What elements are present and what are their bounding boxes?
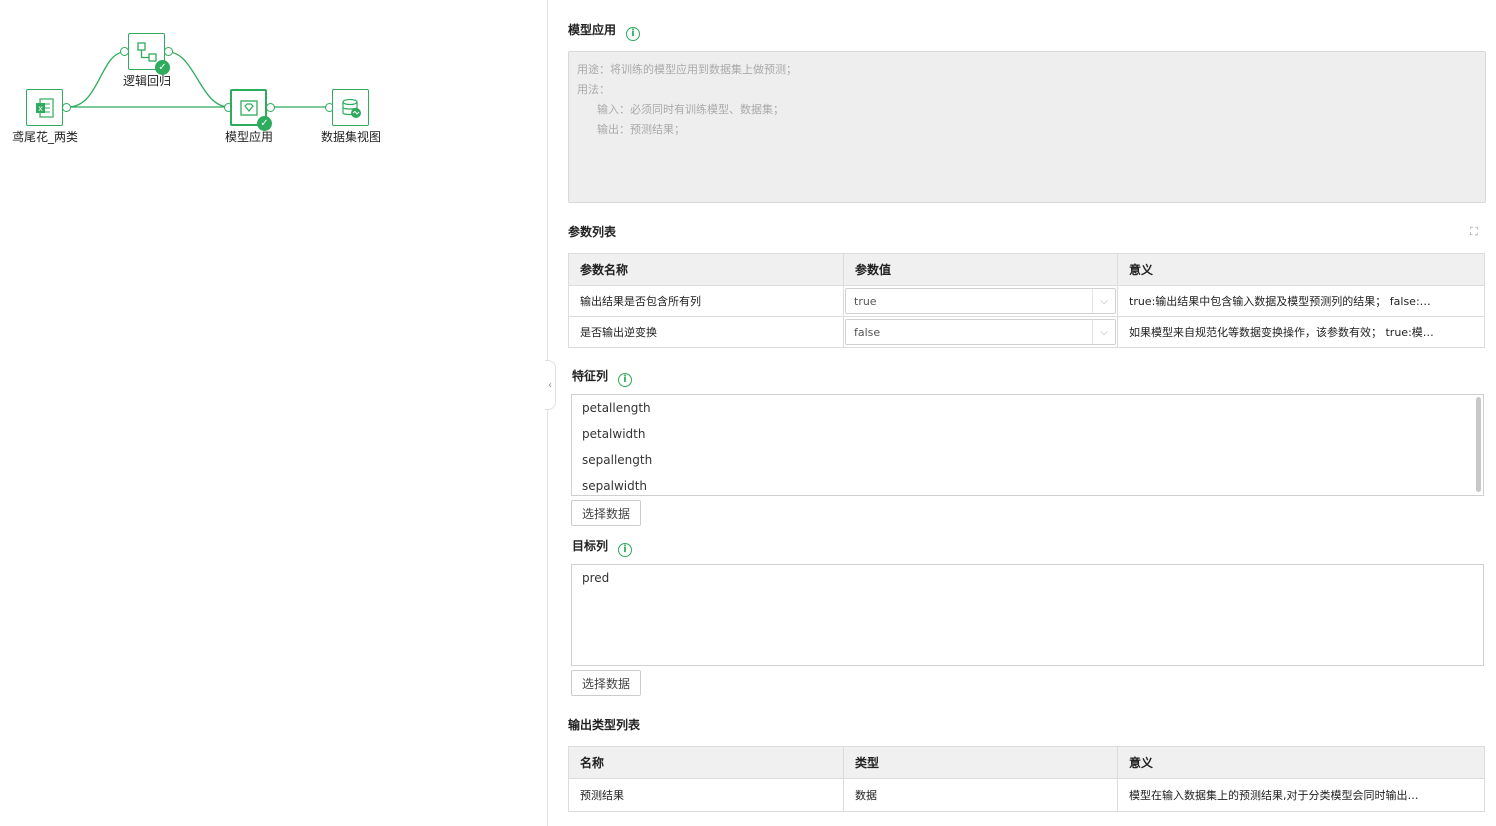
edge-iris-lr [67, 51, 126, 108]
info-icon[interactable]: i [618, 543, 633, 557]
node-label: 鸢尾花_两类 [12, 130, 79, 144]
node-label: 模型应用 [225, 130, 274, 144]
database-view-icon [332, 89, 369, 126]
select-value: true [854, 294, 877, 308]
collapse-panel-button[interactable]: ‹ [545, 360, 556, 410]
info-icon[interactable]: i [618, 373, 633, 387]
param-value-select[interactable]: false ⌵ [845, 319, 1116, 345]
output-type: 数据 [843, 778, 1118, 812]
list-item[interactable]: sepalwidth [572, 473, 1483, 495]
param-value-cell: true ⌵ [843, 285, 1118, 317]
select-target-button[interactable]: 选择数据 [571, 670, 641, 696]
description-output: 输出：预测结果； [597, 123, 685, 136]
info-icon[interactable]: i [626, 27, 641, 41]
list-item[interactable]: pred [572, 565, 1483, 591]
column-header: 类型 [843, 746, 1118, 779]
target-title: 目标列 i [572, 537, 633, 557]
features-title: 特征列 i [572, 367, 633, 387]
output-port[interactable] [266, 103, 275, 112]
target-list[interactable]: pred [571, 564, 1484, 666]
node-label: 数据集视图 [321, 130, 382, 144]
param-name: 输出结果是否包含所有列 [568, 285, 844, 317]
output-name: 预测结果 [568, 778, 844, 812]
svg-text:x: x [38, 104, 43, 113]
list-item[interactable]: petallength [572, 395, 1483, 421]
output-port[interactable] [62, 103, 71, 112]
table-row: 是否输出逆变换 false ⌵ 如果模型来自规范化等数据变换操作，该参数有效； … [568, 316, 1485, 348]
workflow-canvas[interactable]: x 鸢尾花_两类 ✓ 逻辑回归 ✓ 模型应用 数据集视图 [0, 0, 548, 826]
params-table: 参数名称 参数值 意义 输出结果是否包含所有列 true ⌵ true:输出结果… [568, 253, 1485, 348]
features-title-text: 特征列 [572, 369, 609, 383]
param-meaning: 如果模型来自规范化等数据变换操作，该参数有效； true:模… [1117, 316, 1485, 348]
features-list[interactable]: petallength petalwidth sepallength sepal… [571, 394, 1484, 496]
param-name: 是否输出逆变换 [568, 316, 844, 348]
chevron-left-icon: ‹ [548, 379, 552, 391]
description-box: 用途：将训练的模型应用到数据集上做预测； 用法： 输入：必须同时有训练模型、数据… [568, 51, 1486, 203]
table-header-row: 名称 类型 意义 [568, 746, 1485, 779]
edge-lr-apply [167, 51, 230, 108]
output-port[interactable] [164, 47, 173, 56]
panel-divider [547, 0, 548, 826]
table-row: 输出结果是否包含所有列 true ⌵ true:输出结果中包含输入数据及模型预测… [568, 285, 1485, 317]
excel-file-icon: x [26, 89, 63, 126]
description-input: 输入：必须同时有训练模型、数据集； [597, 103, 784, 116]
column-header: 名称 [568, 746, 844, 779]
output-types-table: 名称 类型 意义 预测结果 数据 模型在输入数据集上的预测结果,对于分类模型会同… [568, 746, 1485, 812]
param-value-select[interactable]: true ⌵ [845, 288, 1116, 314]
scrollbar[interactable] [1476, 397, 1481, 492]
panel-title-text: 模型应用 [568, 23, 617, 37]
column-header: 参数名称 [568, 253, 844, 286]
target-title-text: 目标列 [572, 539, 609, 553]
output-types-title: 输出类型列表 [568, 718, 641, 732]
param-meaning: true:输出结果中包含输入数据及模型预测列的结果； false:… [1117, 285, 1485, 317]
select-value: false [854, 325, 881, 339]
fullscreen-icon[interactable]: ⛶ [1470, 225, 1483, 238]
column-header: 参数值 [843, 253, 1118, 286]
params-title: 参数列表 [568, 225, 617, 239]
table-row: 预测结果 数据 模型在输入数据集上的预测结果,对于分类模型会同时输出… [568, 778, 1485, 812]
list-item[interactable]: petalwidth [572, 421, 1483, 447]
panel-title: 模型应用 i [568, 21, 641, 41]
param-value-cell: false ⌵ [843, 316, 1118, 348]
chevron-down-icon: ⌵ [1092, 320, 1115, 344]
chevron-down-icon: ⌵ [1092, 289, 1115, 313]
column-header: 意义 [1117, 253, 1485, 286]
list-item[interactable]: sepallength [572, 447, 1483, 473]
node-label: 逻辑回归 [123, 74, 172, 88]
column-header: 意义 [1117, 746, 1485, 779]
select-features-button[interactable]: 选择数据 [571, 500, 641, 526]
flow-edges [67, 51, 329, 108]
description-usage: 用法： [577, 83, 610, 96]
description-purpose: 用途：将训练的模型应用到数据集上做预测； [577, 63, 797, 76]
output-meaning: 模型在输入数据集上的预测结果,对于分类模型会同时输出… [1117, 778, 1485, 812]
table-header-row: 参数名称 参数值 意义 [568, 253, 1485, 286]
